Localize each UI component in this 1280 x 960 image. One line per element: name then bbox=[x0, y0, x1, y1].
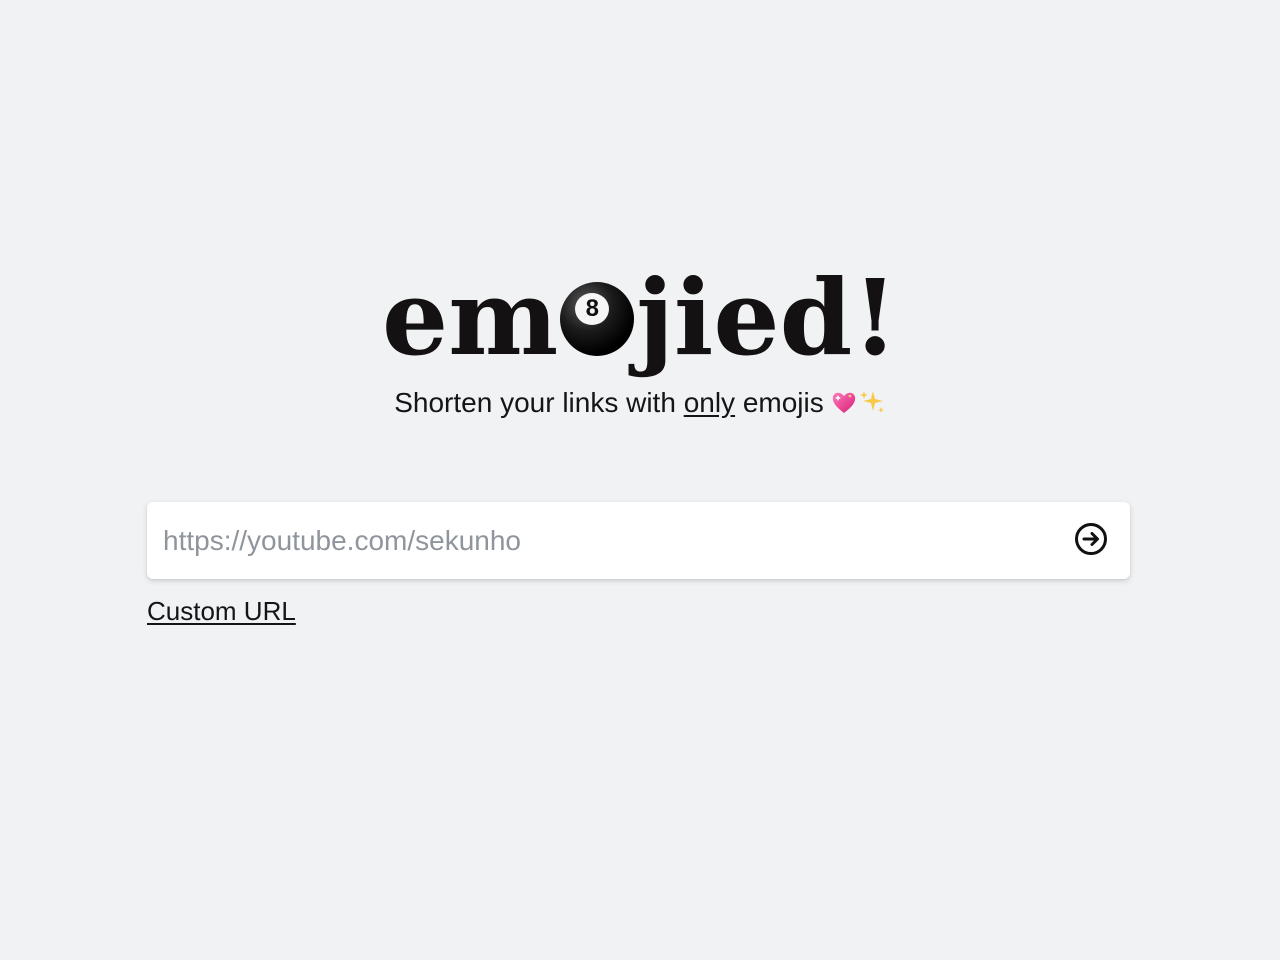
8-ball-icon: 8 bbox=[560, 282, 635, 356]
arrow-right-circle-icon bbox=[1074, 522, 1108, 559]
url-input[interactable] bbox=[147, 502, 1073, 579]
url-form bbox=[147, 502, 1130, 579]
logo: em 8 jied! bbox=[0, 258, 1280, 378]
sparkling-heart-icon bbox=[830, 388, 858, 416]
8-ball-number: 8 bbox=[575, 293, 610, 325]
custom-url-link[interactable]: Custom URL bbox=[147, 596, 296, 626]
tagline-emphasis: only bbox=[683, 387, 736, 418]
page: em 8 jied! Shorten your links with only em… bbox=[0, 0, 1280, 960]
logo-suffix: jied! bbox=[636, 256, 898, 379]
tagline-after: emojis bbox=[735, 387, 824, 418]
tagline: Shorten your links with only emojis bbox=[0, 386, 1280, 420]
sparkles-icon bbox=[858, 388, 886, 416]
submit-button[interactable] bbox=[1073, 523, 1109, 559]
tagline-before: Shorten your links with bbox=[394, 387, 684, 418]
logo-prefix: em bbox=[382, 256, 559, 379]
